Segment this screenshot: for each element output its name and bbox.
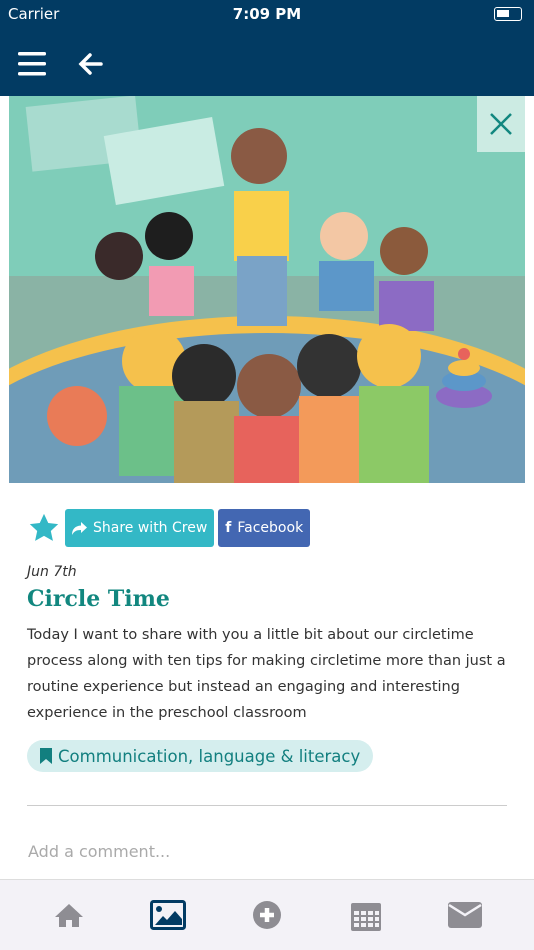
facebook-label: Facebook — [237, 520, 304, 536]
battery-icon — [494, 7, 522, 21]
facebook-icon: f — [225, 520, 232, 536]
post-image — [9, 96, 525, 483]
nav-bar — [0, 30, 534, 96]
status-bar: Carrier 7:09 PM — [0, 0, 534, 30]
close-button[interactable] — [477, 96, 525, 152]
tag-label: Communication, language & literacy — [58, 746, 361, 766]
post-date: Jun 7th — [27, 564, 77, 580]
tab-bar — [0, 879, 534, 950]
mail-icon — [447, 902, 482, 928]
facebook-button[interactable]: f Facebook — [218, 509, 311, 547]
tab-photos[interactable] — [148, 895, 188, 935]
home-icon — [55, 904, 84, 927]
close-icon — [490, 113, 512, 135]
calendar-icon — [350, 903, 381, 931]
tab-calendar[interactable] — [346, 895, 386, 935]
tab-home[interactable] — [49, 895, 89, 935]
circle-time-illustration — [9, 96, 525, 483]
tab-messages[interactable] — [445, 895, 485, 935]
plus-circle-icon — [252, 901, 281, 929]
post-title: Circle Time — [27, 586, 170, 612]
share-label: Share with Crew — [93, 520, 208, 536]
share-icon — [72, 521, 87, 535]
category-tag[interactable]: Communication, language & literacy — [27, 740, 374, 772]
clock: 7:09 PM — [232, 5, 302, 23]
comment-input[interactable]: Add a comment... — [28, 842, 170, 861]
post-description: Today I want to share with you a little … — [27, 627, 506, 721]
bookmark-icon — [40, 748, 52, 764]
favorite-star-icon[interactable] — [27, 511, 61, 545]
tab-add[interactable] — [247, 895, 287, 935]
menu-icon[interactable] — [18, 52, 46, 76]
share-with-crew-button[interactable]: Share with Crew — [65, 509, 215, 547]
back-arrow-icon[interactable] — [77, 52, 103, 76]
image-icon — [150, 900, 187, 930]
divider — [27, 805, 507, 806]
